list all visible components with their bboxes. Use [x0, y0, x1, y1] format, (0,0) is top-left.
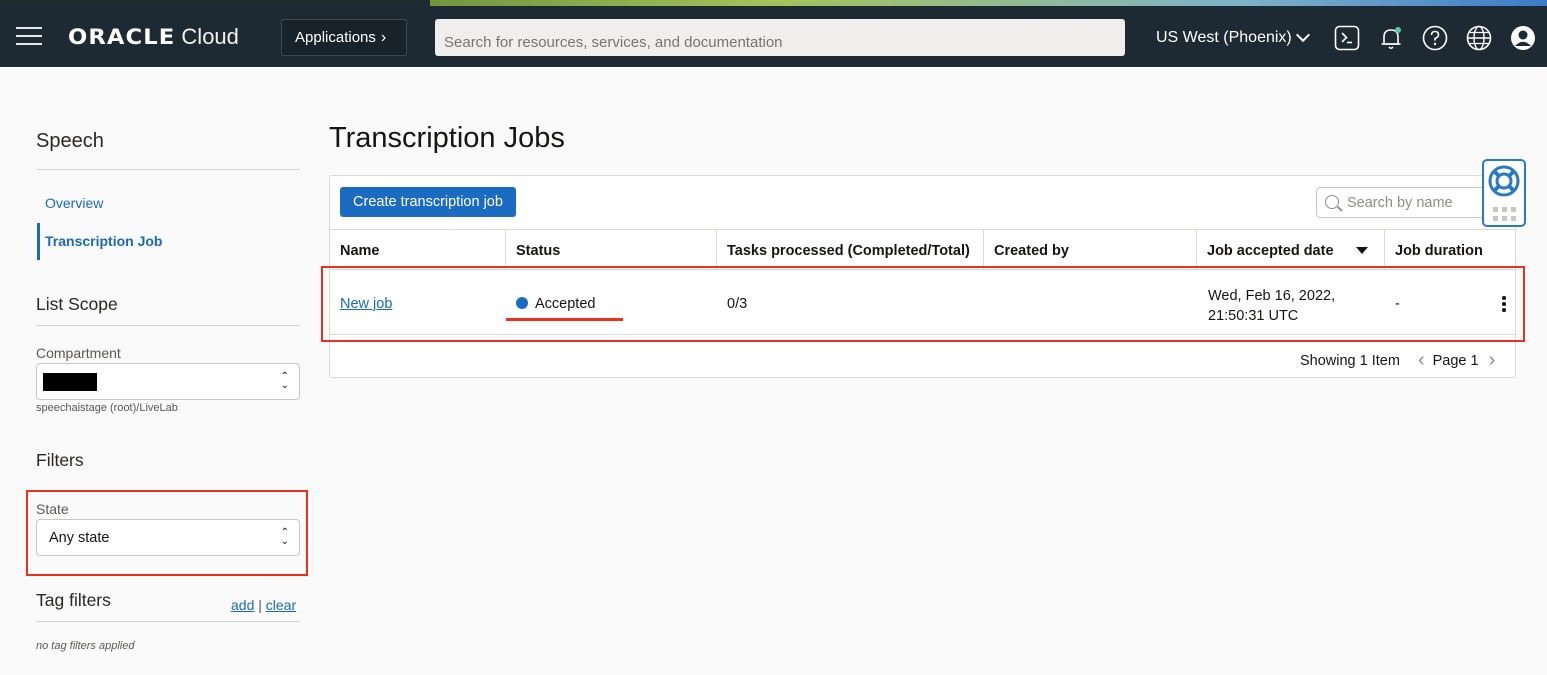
- no-tag-filters-text: no tag filters applied: [36, 640, 135, 652]
- menu-icon[interactable]: [16, 27, 42, 45]
- tag-filters-title: Tag filters: [36, 590, 111, 610]
- drag-handle-icon[interactable]: [1493, 207, 1516, 221]
- state-value: Any state: [49, 530, 110, 546]
- oracle-cloud-logo[interactable]: ORACLE Cloud: [68, 24, 239, 50]
- add-tag-filter-link[interactable]: add: [231, 597, 254, 613]
- sidebar-item-overview[interactable]: Overview: [45, 195, 103, 211]
- column-header-name[interactable]: Name: [330, 230, 506, 270]
- clear-tag-filter-link[interactable]: clear: [266, 597, 296, 613]
- compartment-label: Compartment: [36, 345, 121, 361]
- pagination: Showing 1 Item ‹ Page 1 ›: [1300, 349, 1495, 372]
- sidebar-item-transcription-job[interactable]: Transcription Job: [45, 233, 162, 249]
- tag-links-separator: |: [258, 597, 262, 613]
- chevron-down-icon: [1295, 27, 1310, 43]
- cloud-shell-icon[interactable]: [1334, 25, 1360, 51]
- column-header-duration[interactable]: Job duration: [1385, 230, 1515, 270]
- sort-descending-icon: [1356, 247, 1368, 254]
- search-by-name-input[interactable]: Search by name: [1316, 187, 1496, 218]
- state-select[interactable]: Any state ⌃ ⌄: [36, 519, 300, 556]
- column-header-accepted-date[interactable]: Job accepted date: [1197, 230, 1385, 270]
- applications-button[interactable]: Applications ›: [281, 19, 407, 56]
- accepted-date-header-label: Job accepted date: [1207, 243, 1334, 259]
- tag-filters-divider: [36, 621, 300, 622]
- column-header-status[interactable]: Status: [506, 230, 717, 270]
- page-number: Page 1: [1432, 352, 1479, 369]
- filters-title: Filters: [36, 450, 84, 470]
- state-label: State: [36, 501, 69, 517]
- logo-brand: ORACLE: [68, 25, 176, 49]
- next-page-icon[interactable]: ›: [1489, 349, 1496, 372]
- compartment-path: speechaistage (root)/LiveLab: [36, 402, 178, 414]
- column-header-created-by[interactable]: Created by: [984, 230, 1197, 270]
- compartment-select[interactable]: ⌃ ⌄: [36, 363, 300, 400]
- tag-filter-actions: add | clear: [231, 597, 296, 613]
- list-scope-divider: [36, 325, 300, 326]
- applications-label: Applications: [295, 29, 376, 46]
- select-arrows-icon: ⌃ ⌄: [280, 527, 289, 547]
- showing-count: Showing 1 Item: [1300, 352, 1400, 369]
- help-icon[interactable]: [1422, 25, 1448, 51]
- region-selector[interactable]: US West (Phoenix): [1156, 27, 1310, 47]
- logo-product: Cloud: [181, 24, 239, 49]
- top-header: ORACLE Cloud Applications › US West (Pho…: [0, 6, 1547, 67]
- help-lifebuoy-widget[interactable]: [1482, 159, 1526, 227]
- service-title: Speech: [36, 130, 104, 152]
- page-title: Transcription Jobs: [329, 122, 565, 154]
- search-placeholder: Search by name: [1347, 195, 1453, 211]
- region-label: US West (Phoenix): [1156, 29, 1292, 46]
- sidebar-divider: [36, 169, 300, 170]
- select-arrows-icon: ⌃ ⌄: [280, 371, 289, 391]
- lifebuoy-icon: [1488, 165, 1520, 197]
- bell-icon[interactable]: [1378, 25, 1404, 51]
- globe-icon[interactable]: [1466, 25, 1492, 51]
- global-search-input[interactable]: [435, 19, 1125, 56]
- previous-page-icon[interactable]: ‹: [1418, 349, 1425, 372]
- column-header-tasks[interactable]: Tasks processed (Completed/Total): [717, 230, 984, 270]
- profile-icon[interactable]: [1510, 25, 1536, 51]
- table-header: Name Status Tasks processed (Completed/T…: [330, 229, 1515, 270]
- create-transcription-job-button[interactable]: Create transcription job: [340, 187, 516, 217]
- list-scope-title: List Scope: [36, 294, 118, 314]
- active-nav-indicator: [37, 223, 40, 260]
- redacted-compartment-name: [43, 373, 97, 391]
- job-row-highlight: [321, 266, 1525, 342]
- search-icon: [1325, 195, 1339, 209]
- chevron-right-icon: ›: [380, 28, 387, 46]
